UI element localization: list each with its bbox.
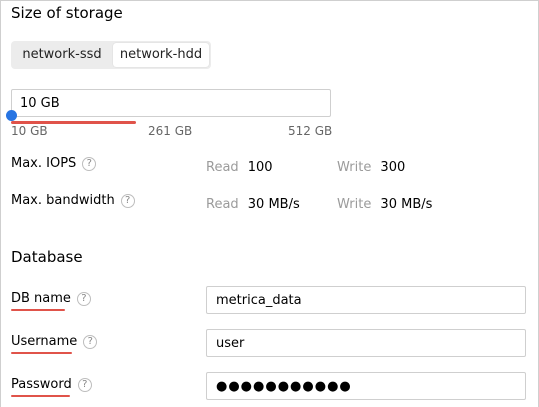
- slider-tick-max: 512 GB: [288, 124, 333, 138]
- username-row-label: Username?: [11, 334, 98, 349]
- help-icon[interactable]: ?: [76, 292, 91, 306]
- iops-read-label: Read: [206, 160, 239, 175]
- max-iops-row: Max. IOPS?: [11, 156, 97, 171]
- required-underline: [11, 395, 70, 397]
- bandwidth-read-label: Read: [206, 197, 239, 212]
- bandwidth-read: Read 30 MB/s: [206, 193, 300, 212]
- bandwidth-write-label: Write: [337, 197, 372, 212]
- iops-write: Write 300: [337, 156, 405, 175]
- iops-read-value: 100: [247, 160, 273, 175]
- bandwidth-write: Write 30 MB/s: [337, 193, 432, 212]
- username-label: Username: [11, 334, 78, 349]
- help-icon[interactable]: ?: [77, 378, 92, 392]
- disk-type-switcher: network-ssd network-hdd: [11, 41, 211, 69]
- bandwidth-read-value: 30 MB/s: [247, 197, 300, 212]
- username-input[interactable]: [206, 329, 526, 357]
- iops-write-value: 300: [380, 160, 406, 175]
- required-underline: [11, 309, 65, 311]
- db-name-label: DB name: [11, 291, 71, 306]
- slider-tick-min: 10 GB: [11, 124, 48, 138]
- database-section-title: Database: [11, 248, 83, 266]
- slider-tick-mid: 261 GB: [148, 124, 193, 138]
- required-underline: [11, 352, 72, 354]
- password-row-label: Password?: [11, 377, 92, 392]
- help-icon[interactable]: ?: [120, 194, 135, 208]
- max-iops-label: Max. IOPS: [11, 156, 77, 171]
- help-icon[interactable]: ?: [83, 335, 98, 349]
- password-input[interactable]: [206, 372, 526, 400]
- help-icon[interactable]: ?: [82, 157, 97, 171]
- iops-read: Read 100: [206, 156, 273, 175]
- iops-write-label: Write: [337, 160, 372, 175]
- password-label: Password: [11, 377, 72, 392]
- bandwidth-write-value: 30 MB/s: [380, 197, 433, 212]
- disk-type-network-hdd[interactable]: network-hdd: [113, 43, 209, 67]
- db-name-row-label: DB name?: [11, 291, 91, 306]
- max-bandwidth-row: Max. bandwidth?: [11, 193, 135, 208]
- storage-slider-thumb[interactable]: [6, 110, 17, 121]
- db-name-input[interactable]: [206, 286, 526, 314]
- storage-section-title: Size of storage: [11, 4, 123, 22]
- disk-type-network-ssd[interactable]: network-ssd: [13, 43, 111, 67]
- storage-size-input[interactable]: [11, 89, 331, 117]
- max-bandwidth-label: Max. bandwidth: [11, 193, 115, 208]
